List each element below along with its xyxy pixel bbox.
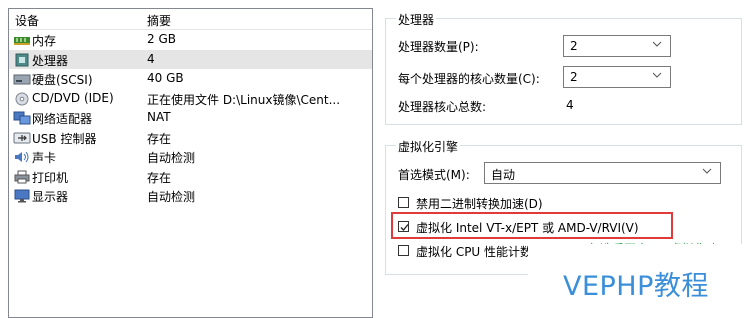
device-name: CD/DVD (IDE) [32,90,114,105]
device-summary: 4 [147,51,155,66]
device-name: 打印机 [32,170,69,185]
cores-per-processor-select[interactable]: 2 [563,66,671,88]
device-name: USB 控制器 [32,131,97,146]
summary-column-header[interactable]: 摘要 [147,12,171,29]
chevron-down-icon [702,168,712,174]
device-summary: 存在 [147,131,172,146]
hard-disk-icon [13,74,31,85]
cores-per-processor-label: 每个处理器的核心数量(C): [398,72,540,86]
watermark-text: VEPHP教程 [563,271,709,302]
device-name: 处理器 [32,53,69,68]
total-cores-label: 处理器核心总数: [398,100,487,114]
memory-icon [14,37,30,45]
device-summary: 自动检测 [147,151,196,165]
device-name: 网络适配器 [32,112,93,126]
network-adapter-icon [13,111,31,125]
device-column-header[interactable]: 设备 [15,12,39,29]
device-summary: 2 GB [147,32,176,46]
preferred-mode-select[interactable]: 自动 [484,162,721,184]
device-row-usb[interactable]: USB 控制器 存在 [9,128,372,148]
sound-card-icon [15,151,29,163]
device-row-hard-disk[interactable]: 硬盘(SCSI) 40 GB [9,69,372,89]
processor-count-select[interactable]: 2 [563,35,671,57]
highlight-box [391,212,673,239]
device-summary: 自动检测 [147,190,196,204]
usb-icon [13,132,31,143]
cd-dvd-icon [15,92,29,105]
chevron-down-icon [652,72,662,78]
printer-icon [14,170,30,183]
device-list: 设备 摘要 内存 2 GB 处理器 4 硬盘(SCSI) 40 GB CD/DV… [8,8,373,318]
device-row-network[interactable]: 网络适配器 NAT [9,108,372,128]
device-name: 内存 [32,34,57,48]
device-row-printer[interactable]: 打印机 存在 [9,167,372,187]
chevron-down-icon [652,41,662,47]
device-name: 硬盘(SCSI) [32,73,93,87]
checkbox-unchecked[interactable] [398,197,409,208]
processors-group-title: 处理器 [396,11,437,28]
preferred-mode-value: 自动 [491,168,516,182]
total-cores-value: 4 [566,98,574,112]
device-summary: 存在 [147,170,172,185]
device-row-display[interactable]: 显示器 自动检测 [9,186,372,206]
device-name: 声卡 [32,151,57,165]
device-row-processor[interactable]: 处理器 4 [9,49,372,69]
device-list-header: 设备 摘要 [9,9,372,30]
processor-count-label: 处理器数量(P): [398,40,479,54]
device-row-memory[interactable]: 内存 2 GB [9,30,372,50]
checkbox-label: 禁用二进制转换加速(D) [416,197,543,211]
device-name: 显示器 [32,190,69,204]
processor-count-value: 2 [570,39,578,53]
device-summary: 正在使用文件 D:\Linux镜像\Cent... [147,92,341,107]
device-row-sound[interactable]: 声卡 自动检测 [9,147,372,167]
cores-per-processor-value: 2 [570,70,578,84]
device-summary: 40 GB [147,71,184,85]
device-row-cd-dvd[interactable]: CD/DVD (IDE) 正在使用文件 D:\Linux镜像\Cent... [9,89,372,109]
processor-icon [15,53,29,66]
device-summary: NAT [147,110,171,124]
preferred-mode-label: 首选模式(M): [398,168,470,182]
virtualization-group-title: 虚拟化引擎 [396,138,461,155]
checkbox-unchecked[interactable] [398,245,409,256]
display-icon [14,189,30,203]
